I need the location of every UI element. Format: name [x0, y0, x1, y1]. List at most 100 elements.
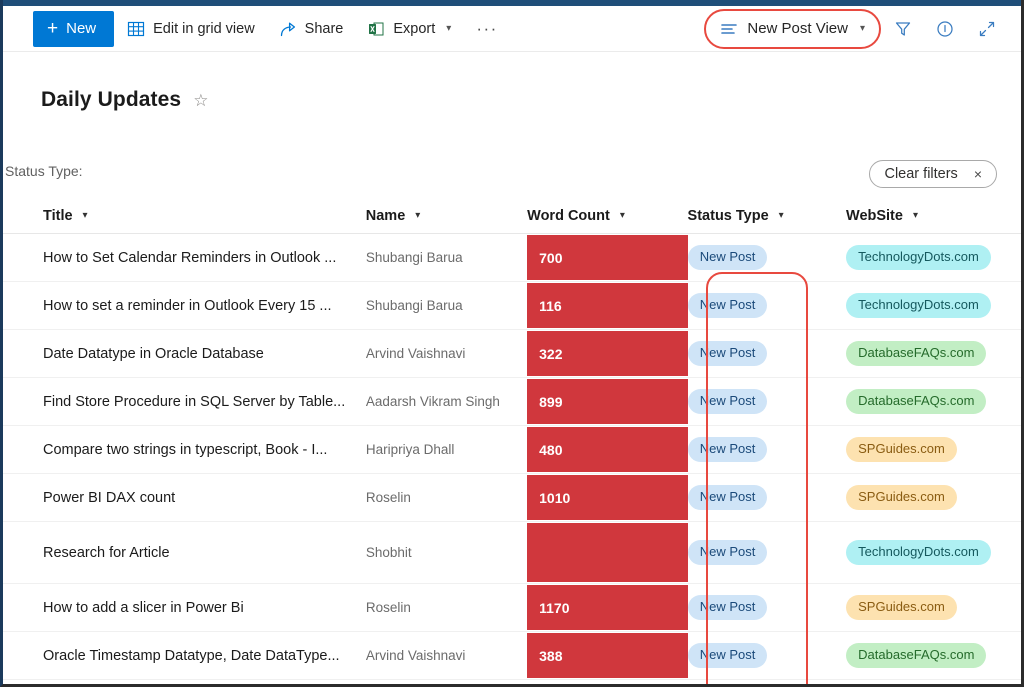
- new-button[interactable]: + New: [33, 10, 115, 47]
- column-header-status[interactable]: Status Type ▾: [688, 208, 846, 224]
- cell-website: SPGuides.com: [846, 584, 1021, 631]
- cell-name: Roselin: [365, 490, 411, 505]
- cell-title[interactable]: Find Store Procedure in SQL Server by Ta…: [43, 378, 366, 425]
- command-bar-right: New Post View ▾: [704, 8, 1007, 49]
- clear-filters-button[interactable]: Clear filters ×: [869, 160, 997, 188]
- table-row[interactable]: Find Store Procedure in SQL Server by Ta…: [3, 378, 1021, 426]
- cell-title[interactable]: How to add a slicer in Power Bi: [43, 584, 366, 631]
- cell-website: SPGuides.com: [846, 474, 1021, 521]
- table-row[interactable]: Power BI DAX count Roselin 1010 New Post SPG…: [3, 474, 1021, 522]
- expand-button[interactable]: [967, 10, 1007, 48]
- table-row[interactable]: How to Set Calendar Reminders in Outlook…: [3, 234, 1021, 282]
- page-title: Daily Updates: [41, 88, 182, 111]
- cell-status-type: New Post: [687, 378, 846, 425]
- column-header-label: Name: [365, 207, 406, 224]
- view-picker-highlight-group: New Post View ▾: [704, 8, 881, 49]
- cell-word-count: 322: [527, 330, 688, 377]
- chevron-down-icon: ▾: [912, 210, 918, 221]
- cell-name: Haripriya Dhall: [365, 442, 455, 457]
- edit-in-grid-view-label: Edit in grid view: [153, 20, 255, 37]
- column-header-label: Title: [43, 207, 73, 224]
- cell-word-count: 899: [527, 378, 688, 425]
- status-type-filter-label: Status Type:: [5, 163, 83, 179]
- view-picker-button[interactable]: New Post View ▾: [710, 13, 875, 45]
- cell-status-type: New Post: [687, 426, 846, 473]
- cell-word-count: 700: [527, 234, 688, 281]
- status-badge: New Post: [687, 540, 768, 565]
- excel-export-icon: [367, 20, 385, 38]
- chevron-down-icon: ▾: [859, 23, 865, 34]
- table-row[interactable]: Research for Article Shobhit New Post Techn…: [3, 522, 1021, 584]
- cell-status-type: New Post: [687, 632, 846, 679]
- cell-status-type: New Post: [687, 234, 846, 281]
- cell-website: DatabaseFAQs.com: [846, 632, 1021, 679]
- cell-name: Arvind Vaishnavi: [365, 346, 466, 361]
- cell-title[interactable]: Power BI DAX count: [43, 474, 366, 521]
- cell-name: Roselin: [365, 600, 411, 615]
- share-button[interactable]: Share: [268, 11, 355, 47]
- cell-title[interactable]: Compare two strings in typescript, Book …: [43, 426, 366, 473]
- filter-icon: [895, 21, 911, 36]
- cell-website: TechnologyDots.com: [846, 522, 1021, 583]
- table-row[interactable]: How to add a slicer in Power Bi Roselin 11…: [3, 584, 1021, 632]
- cell-title[interactable]: Oracle Timestamp Datatype, Date DataType…: [43, 632, 366, 679]
- cell-title[interactable]: How to set a reminder in Outlook Every 1…: [43, 282, 366, 329]
- website-badge: DatabaseFAQs.com: [846, 341, 987, 366]
- export-button[interactable]: Export ▾: [356, 11, 462, 47]
- share-label: Share: [304, 20, 344, 37]
- filter-button[interactable]: [883, 10, 923, 48]
- page-title-group: Daily Updates ☆: [41, 88, 208, 112]
- table-row[interactable]: How to set a reminder in Outlook Every 1…: [3, 282, 1021, 330]
- cell-word-count: 388: [527, 632, 688, 679]
- chevron-down-icon: ▾: [619, 210, 625, 221]
- view-picker-label: New Post View: [747, 20, 848, 37]
- status-badge: New Post: [687, 643, 768, 668]
- cell-word-count: 116: [527, 282, 688, 329]
- cell-title[interactable]: How to Set Calendar Reminders in Outlook…: [43, 234, 366, 281]
- status-badge: New Post: [687, 245, 768, 270]
- chevron-down-icon: ▾: [778, 210, 784, 221]
- column-header-website[interactable]: WebSite ▾: [846, 208, 1021, 224]
- column-header-label: Word Count: [527, 207, 610, 224]
- cell-name: Shobhit: [365, 545, 412, 560]
- table-row[interactable]: Oracle Timestamp Datatype, Date DataType…: [3, 632, 1021, 680]
- more-commands-button[interactable]: ···: [464, 11, 509, 47]
- column-header-label: WebSite: [846, 207, 903, 224]
- table-row[interactable]: Compare two strings in typescript, Book …: [3, 426, 1021, 474]
- grid-view-icon: [127, 20, 145, 38]
- cell-name: Shubangi Barua: [365, 250, 463, 265]
- cell-status-type: New Post: [687, 584, 846, 631]
- edit-in-grid-view-button[interactable]: Edit in grid view: [116, 11, 266, 47]
- cell-website: TechnologyDots.com: [846, 282, 1021, 329]
- status-badge: New Post: [687, 389, 768, 414]
- share-icon: [279, 20, 297, 38]
- information-icon: [937, 20, 953, 37]
- website-badge: DatabaseFAQs.com: [846, 389, 987, 414]
- table-body: How to Set Calendar Reminders in Outlook…: [3, 234, 1021, 684]
- cell-status-type: New Post: [687, 522, 846, 583]
- status-badge: New Post: [687, 341, 768, 366]
- column-header-name[interactable]: Name ▾: [366, 208, 527, 224]
- website-badge: TechnologyDots.com: [846, 540, 991, 565]
- table-header-row: Title ▾ Name ▾ Word Count ▾ Status Type ▾ WebSit…: [3, 198, 1021, 234]
- website-badge: SPGuides.com: [846, 437, 957, 462]
- cell-title[interactable]: Date Datatype in Oracle Database: [43, 330, 366, 377]
- website-badge: TechnologyDots.com: [846, 245, 991, 270]
- command-bar: + New Edit in grid view Share Export ▾ ·…: [3, 6, 1021, 52]
- list-table: Title ▾ Name ▾ Word Count ▾ Status Type ▾ WebSit…: [3, 198, 1021, 684]
- cell-title[interactable]: Research for Article: [43, 522, 366, 583]
- star-icon[interactable]: ☆: [193, 92, 208, 109]
- cell-word-count: 1010: [527, 474, 688, 521]
- cell-word-count: [527, 522, 688, 583]
- filter-bar: Status Type: Clear filters ×: [3, 160, 1021, 188]
- cell-name: Arvind Vaishnavi: [365, 648, 466, 663]
- sharepoint-list-window: + New Edit in grid view Share Export ▾ ·…: [0, 0, 1024, 687]
- column-header-title[interactable]: Title ▾: [43, 208, 366, 224]
- details-info-button[interactable]: [925, 10, 965, 48]
- column-header-word-count[interactable]: Word Count ▾: [527, 208, 687, 224]
- status-badge: New Post: [687, 595, 768, 620]
- cell-status-type: New Post: [687, 330, 846, 377]
- cell-word-count: 480: [527, 426, 688, 473]
- table-row[interactable]: Date Datatype in Oracle Database Arvind V…: [3, 330, 1021, 378]
- cell-website: DatabaseFAQs.com: [846, 378, 1021, 425]
